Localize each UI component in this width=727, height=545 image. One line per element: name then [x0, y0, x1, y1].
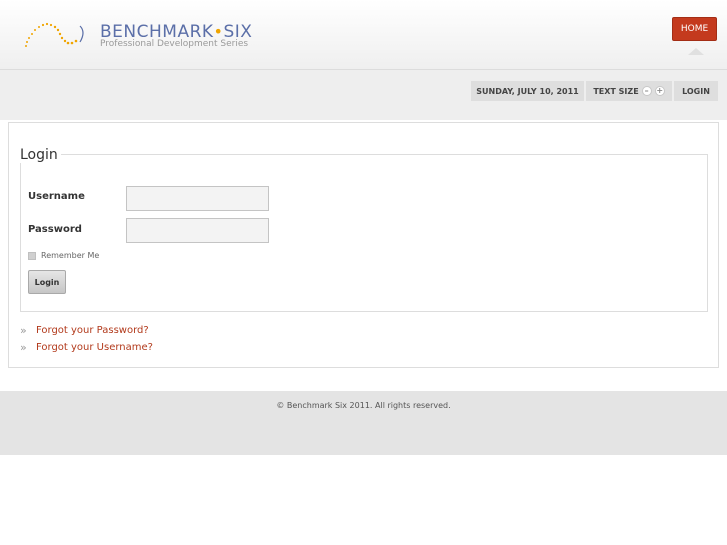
- remember-me-checkbox[interactable]: [28, 251, 36, 260]
- text-size-control: TEXT SIZE – +: [586, 81, 672, 101]
- login-link[interactable]: LOGIN: [674, 81, 718, 101]
- minus-circle-icon[interactable]: –: [641, 86, 652, 96]
- remember-me: Remember Me: [28, 251, 99, 260]
- site-header: BENCHMARK•SIX Professional Development S…: [0, 0, 727, 70]
- text-size-label: TEXT SIZE: [593, 86, 639, 96]
- current-date: SUNDAY, JULY 10, 2011: [471, 81, 584, 101]
- login-submit-button[interactable]: Login: [28, 270, 66, 294]
- forgot-username-row: » Forgot your Username?: [20, 341, 153, 354]
- double-chevron-right-icon: »: [20, 341, 27, 354]
- home-caret-icon: [688, 48, 704, 55]
- utility-bar: SUNDAY, JULY 10, 2011 TEXT SIZE – + LOGI…: [0, 70, 727, 120]
- password-input[interactable]: [126, 218, 269, 243]
- brand-tagline: Professional Development Series: [100, 39, 249, 49]
- login-fieldset: [20, 154, 708, 312]
- username-label: Username: [28, 191, 85, 202]
- plus-circle-icon[interactable]: +: [654, 86, 665, 96]
- forgot-password-row: » Forgot your Password?: [20, 324, 149, 337]
- forgot-username-link[interactable]: Forgot your Username?: [36, 342, 153, 353]
- username-input[interactable]: [126, 186, 269, 211]
- copyright-text: © Benchmark Six 2011. All rights reserve…: [276, 401, 451, 410]
- double-chevron-right-icon: »: [20, 324, 27, 337]
- login-title: Login: [17, 147, 61, 163]
- logo-icon: [25, 22, 84, 47]
- password-label: Password: [28, 224, 82, 235]
- remember-me-label: Remember Me: [41, 251, 100, 260]
- page: BENCHMARK•SIX Professional Development S…: [0, 0, 727, 545]
- home-button[interactable]: HOME: [672, 17, 717, 41]
- forgot-password-link[interactable]: Forgot your Password?: [36, 325, 149, 336]
